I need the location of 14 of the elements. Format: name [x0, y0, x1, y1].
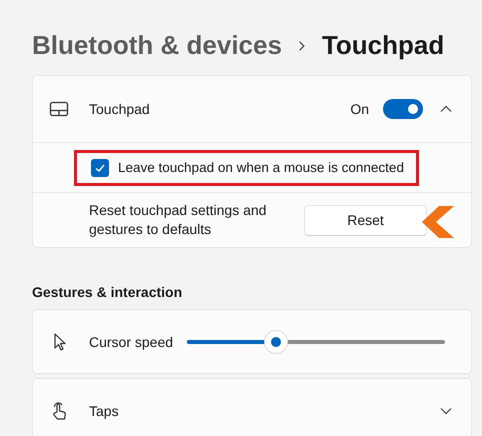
- setting-label: Cursor speed: [89, 334, 174, 350]
- reset-button[interactable]: Reset: [304, 204, 427, 236]
- setting-label: Touchpad: [89, 101, 150, 117]
- toggle-switch[interactable]: [383, 99, 423, 119]
- section-heading: Gestures & interaction: [32, 284, 182, 300]
- checkbox[interactable]: [91, 158, 109, 176]
- breadcrumb-parent[interactable]: Bluetooth & devices: [32, 30, 282, 61]
- setting-label: Taps: [89, 402, 119, 418]
- touchpad-icon: [49, 99, 69, 119]
- slider-thumb[interactable]: [265, 330, 287, 352]
- page-title: Touchpad: [322, 30, 444, 61]
- checkbox-label: Leave touchpad on when a mouse is connected: [118, 160, 404, 175]
- toggle-state-label: On: [350, 101, 369, 117]
- reset-description: Reset touchpad settings and gestures to defaults: [89, 201, 268, 239]
